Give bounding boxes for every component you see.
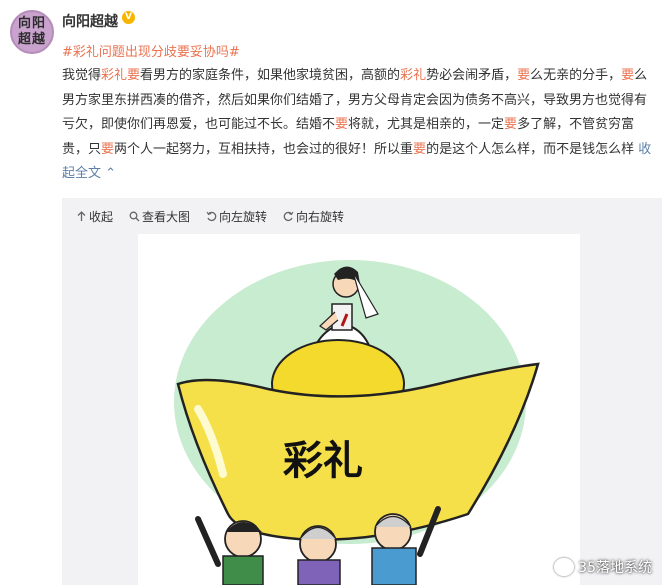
post-image[interactable]: 彩礼 [138, 234, 580, 585]
highlight-keyword[interactable]: 要 [413, 142, 426, 157]
topic-hashtag-link[interactable]: #彩礼问题出现分歧要妥协吗# [62, 41, 240, 60]
post-text: 我觉得彩礼要看男方的家庭条件，如果他家境贫困，高额的彩礼势必会闹矛盾，要么无亲的… [62, 64, 656, 187]
highlight-keyword[interactable]: 要 [101, 142, 114, 157]
media-toolbar: 收起 查看大图 向左旋转 向右旋转 [76, 208, 344, 224]
highlight-keyword[interactable]: 彩礼 [400, 68, 426, 83]
media-expanded-panel: 收起 查看大图 向左旋转 向右旋转 彩礼 35落地系统 [62, 198, 662, 585]
bride-on-gold-ingot-illustration: 彩礼 [174, 260, 540, 585]
ingot-text: 彩礼 [283, 438, 363, 484]
collapse-label: 收起 [89, 209, 114, 224]
verified-badge-icon: V [122, 11, 135, 24]
highlight-keyword[interactable]: 要 [621, 68, 634, 83]
rotate-right-icon [283, 211, 294, 221]
post-text-segment: 我觉得 [62, 68, 102, 83]
rotate-left-icon [206, 211, 217, 221]
avatar-text-line2: 超越 [17, 32, 46, 47]
post-text-segment: 么无亲的分手， [530, 68, 622, 83]
watermark-text: 35落地系统 [578, 560, 652, 576]
view-large-button[interactable]: 查看大图 [129, 208, 190, 224]
carrier-middle [297, 525, 341, 585]
avatar[interactable]: 向阳 超越 [10, 10, 54, 54]
arrow-up-icon [77, 210, 86, 221]
rotate-right-button[interactable]: 向右旋转 [283, 208, 344, 224]
post-text-segment: 看男方的家庭条件，如果他家境贫困，高额的 [140, 68, 401, 83]
collapse-image-button[interactable]: 收起 [76, 208, 113, 224]
rotate-left-label: 向左旋转 [219, 209, 268, 224]
carrier-left [195, 516, 264, 585]
magnifier-icon [129, 211, 140, 221]
wechat-icon [554, 558, 575, 576]
highlight-keyword[interactable]: 要 [504, 117, 517, 132]
post-text-segment: 势必会闹矛盾， [426, 68, 518, 83]
rotate-left-button[interactable]: 向左旋转 [206, 208, 267, 224]
username-link[interactable]: 向阳超越 [62, 11, 118, 31]
rotate-right-label: 向右旋转 [296, 209, 345, 224]
post-text-segment: 两个人一起努力，互相扶持，也会过的很好！所以重 [114, 141, 414, 157]
highlight-keyword[interactable]: 要 [335, 117, 348, 132]
highlight-keyword[interactable]: 要 [127, 68, 140, 83]
post-text-segment: 的是这个人怎么样，而不是钱怎么样 [426, 141, 639, 157]
watermark: 35落地系统 [554, 557, 652, 577]
highlight-keyword[interactable]: 彩礼 [101, 68, 127, 83]
highlight-keyword[interactable]: 要 [517, 68, 530, 83]
avatar-text-line1: 向阳 [17, 16, 46, 31]
post-text-segment: 将就，尤其是相亲的，一定 [348, 117, 505, 132]
view-large-label: 查看大图 [142, 209, 191, 224]
